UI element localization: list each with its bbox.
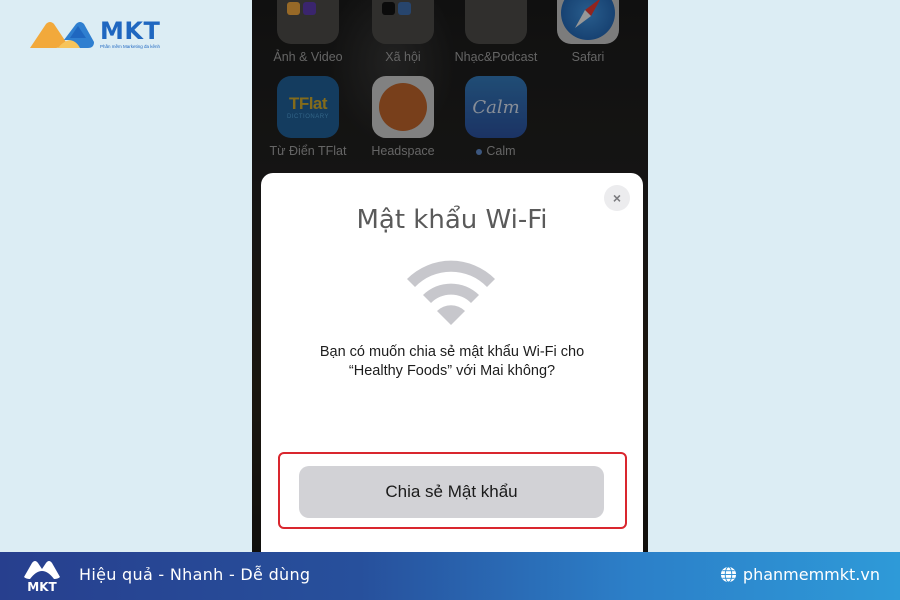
dialog-title: Mật khẩu Wi-Fi (356, 205, 548, 235)
mkt-logo-icon (30, 22, 94, 48)
globe-icon (720, 566, 736, 583)
footer-logo-text: MKT (27, 580, 57, 594)
brand-logo: MKT Phần mềm Marketing đa kênh (28, 18, 160, 50)
website-text: phanmemmkt.vn (742, 565, 880, 584)
dialog-message: Bạn có muốn chia sẻ mật khẩu Wi-Fi cho “… (319, 344, 585, 379)
wifi-share-dialog: × Mật khẩu Wi-Fi Bạn có muốn chia sẻ mật… (261, 173, 643, 573)
footer-bar: MKT Hiệu quả - Nhanh - Dễ dùng phanmemmk… (0, 552, 900, 600)
close-icon: × (612, 190, 622, 206)
wifi-icon (407, 260, 495, 325)
brand-tagline: Phần mềm Marketing đa kênh (100, 44, 161, 49)
footer-slogan: Hiệu quả - Nhanh - Dễ dùng (79, 565, 311, 584)
mkt-footer-logo-icon: MKT (24, 561, 60, 594)
brand-name: MKT (100, 17, 161, 45)
website-link[interactable]: phanmemmkt.vn (720, 565, 880, 584)
share-password-button[interactable]: Chia sẻ Mật khẩu (299, 466, 604, 518)
